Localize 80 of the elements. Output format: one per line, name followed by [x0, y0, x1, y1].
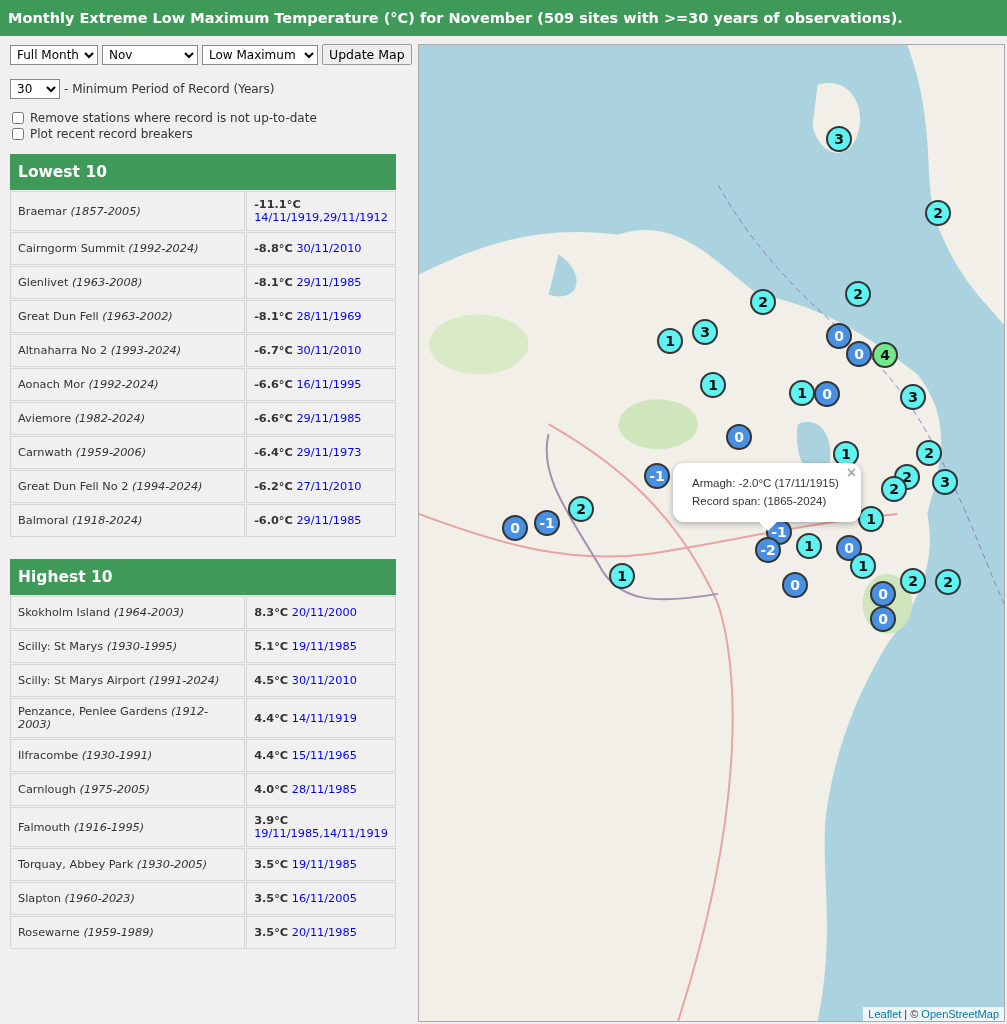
- date-link[interactable]: 30/11/2010: [296, 242, 362, 255]
- date-link[interactable]: 14/11/1919: [291, 711, 357, 725]
- temperature-value: 3.9°C: [254, 814, 289, 827]
- station-cell: Glenlivet (1963-2008): [10, 266, 246, 299]
- station-cell: Ilfracombe (1930-1991): [10, 739, 246, 772]
- station-cell: Great Dun Fell (1963-2002): [10, 300, 246, 333]
- station-cell: Skokholm Island (1964-2003): [10, 596, 246, 629]
- station-cell: Altnaharra No 2 (1993-2024): [10, 334, 246, 367]
- date-link[interactable]: 29/11/1985: [296, 276, 362, 289]
- date-link[interactable]: 30/11/2010: [291, 674, 357, 687]
- temperature-value: 4.4°C: [254, 711, 289, 725]
- date-link[interactable]: 14/11/1919,: [254, 211, 323, 224]
- station-cell: Great Dun Fell No 2 (1994-2024): [10, 470, 246, 503]
- temperature-value: 4.0°C: [254, 783, 289, 796]
- temperature-value: -6.4°C: [254, 446, 293, 459]
- checkbox[interactable]: [12, 128, 24, 140]
- temperature-value: -8.8°C: [254, 242, 293, 255]
- table-heading: Highest 10: [10, 559, 396, 595]
- date-link[interactable]: 19/11/1985: [291, 640, 357, 653]
- temperature-value: 3.5°C: [254, 858, 289, 871]
- date-link[interactable]: 28/11/1969: [296, 310, 362, 323]
- date-link[interactable]: 15/11/1965: [291, 749, 357, 762]
- temperature-value: 4.4°C: [254, 749, 289, 762]
- station-cell: Braemar (1857-2005): [10, 191, 246, 231]
- station-cell: Scilly: St Marys Airport (1991-2024): [10, 664, 246, 697]
- measure-select[interactable]: Low Maximum: [202, 44, 318, 65]
- station-cell: Torquay, Abbey Park (1930-2005): [10, 848, 246, 881]
- date-link[interactable]: 28/11/1985: [291, 783, 357, 796]
- temperature-value: -6.0°C: [254, 514, 293, 527]
- update-map-button[interactable]: Update Map: [322, 44, 412, 65]
- temperature-value: 5.1°C: [254, 640, 289, 653]
- checkbox[interactable]: [12, 112, 24, 124]
- openstreetmap-link[interactable]: OpenStreetMap: [921, 1008, 999, 1020]
- station-cell: Carnlough (1975-2005): [10, 773, 246, 806]
- station-cell: Rosewarne (1959-1989): [10, 916, 246, 949]
- temperature-value: -6.2°C: [254, 480, 293, 493]
- date-link[interactable]: 29/11/1912: [322, 211, 388, 224]
- station-cell: Carnwath (1959-2006): [10, 436, 246, 469]
- date-link[interactable]: 27/11/2010: [296, 480, 362, 493]
- temperature-value: -6.6°C: [254, 412, 293, 425]
- checkbox-label: Plot recent record breakers: [30, 127, 193, 141]
- temperature-value: -11.1°C: [254, 198, 301, 211]
- temperature-value: -8.1°C: [254, 276, 293, 289]
- years-label: - Minimum Period of Record (Years): [64, 82, 275, 96]
- date-link[interactable]: 20/11/1985: [291, 926, 357, 939]
- popup-text: Armagh: -2.0°C (17/11/1915): [692, 476, 840, 491]
- temperature-value: 4.5°C: [254, 674, 289, 687]
- station-cell: Cairngorm Summit (1992-2024): [10, 232, 246, 265]
- date-link[interactable]: 14/11/1919: [322, 827, 388, 840]
- station-cell: Balmoral (1918-2024): [10, 504, 246, 537]
- date-link[interactable]: 16/11/1995: [296, 378, 362, 391]
- station-cell: Scilly: St Marys (1930-1995): [10, 630, 246, 663]
- date-link[interactable]: 29/11/1985: [296, 514, 362, 527]
- checkbox-label: Remove stations where record is not up-to-date: [30, 111, 317, 125]
- station-cell: Falmouth (1916-1995): [10, 807, 246, 847]
- popup-text: Record span: (1865-2024): [692, 494, 828, 509]
- temperature-value: -8.1°C: [254, 310, 293, 323]
- leaflet-link[interactable]: Leaflet: [868, 1008, 902, 1020]
- station-cell: Slapton (1960-2023): [10, 882, 246, 915]
- date-link[interactable]: 16/11/2005: [291, 892, 357, 905]
- station-cell: Penzance, Penlee Gardens (1912-2003): [10, 698, 246, 738]
- period-select[interactable]: Full Month: [10, 44, 98, 65]
- date-link[interactable]: 19/11/1985,: [254, 827, 323, 840]
- date-link[interactable]: 20/11/2000: [291, 606, 357, 619]
- page-title: Monthly Extreme Low Maximum Temperature (°C) for November (509 sites with >=30 years of observations).: [8, 10, 903, 26]
- table-heading: Lowest 10: [10, 154, 396, 190]
- date-link[interactable]: 19/11/1985: [291, 858, 357, 871]
- years-select[interactable]: 30: [10, 79, 60, 99]
- temperature-value: -6.6°C: [254, 378, 293, 391]
- date-link[interactable]: 29/11/1985: [296, 412, 362, 425]
- date-link[interactable]: 29/11/1973: [296, 446, 362, 459]
- temperature-value: -6.7°C: [254, 344, 293, 357]
- temperature-value: 8.3°C: [254, 606, 289, 619]
- attribution-text: | ©: [904, 1008, 919, 1020]
- station-cell: Aonach Mor (1992-2024): [10, 368, 246, 401]
- temperature-value: 3.5°C: [254, 926, 289, 939]
- temperature-value: 3.5°C: [254, 892, 289, 905]
- station-cell: Aviemore (1982-2024): [10, 402, 246, 435]
- month-select[interactable]: Nov: [102, 44, 198, 65]
- date-link[interactable]: 30/11/2010: [296, 344, 362, 357]
